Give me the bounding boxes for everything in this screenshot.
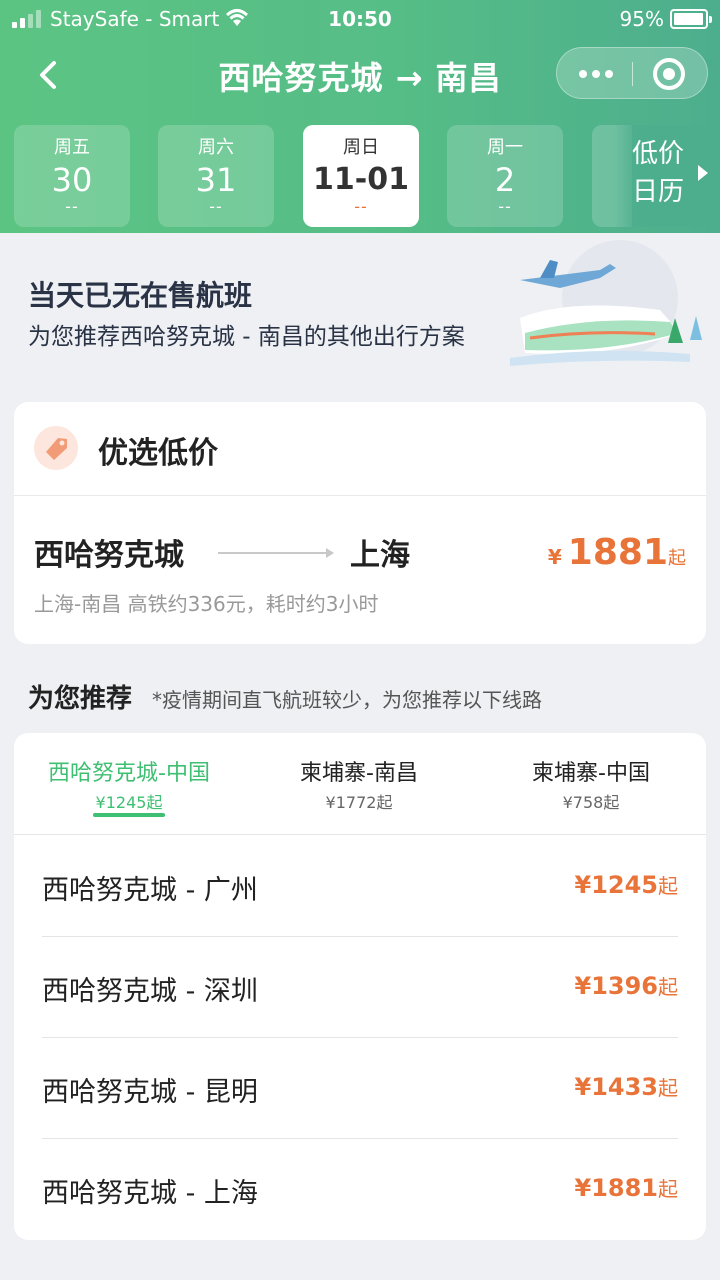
route-row[interactable]: 西哈努克城 - 广州 ¥1245起 — [42, 836, 678, 937]
date-card-selected[interactable]: 周日 11-01 -- — [303, 125, 419, 227]
tab-price: ¥1245起 — [95, 793, 163, 812]
nav-bar: 西哈努克城 → 南昌 — [0, 45, 720, 105]
price-tag-icon — [34, 426, 78, 470]
price-value: ¥1245 — [574, 871, 659, 899]
route-price: ¥1881起 — [575, 1173, 679, 1202]
day-label: 2 — [494, 161, 516, 199]
weekday-label: 周六 — [198, 137, 234, 158]
tab-sihanoukville-china[interactable]: 西哈努克城-中国 ¥1245起 — [14, 755, 244, 817]
no-flights-subtitle: 为您推荐西哈努克城 - 南昌的其他出行方案 — [28, 324, 465, 350]
route-price: ¥1396起 — [575, 971, 679, 1000]
date-card[interactable]: 周六 31 -- — [158, 125, 274, 227]
no-flights-title: 当天已无在售航班 — [28, 279, 253, 312]
tab-cambodia-china[interactable]: 柬埔寨-中国 ¥758起 — [476, 755, 706, 813]
recommend-note: *疫情期间直飞航班较少，为您推荐以下线路 — [152, 688, 542, 712]
chevron-right-icon — [698, 165, 708, 181]
tab-label: 柬埔寨-中国 — [532, 761, 650, 786]
price-value: ¥1396 — [574, 972, 659, 1000]
day-price: -- — [209, 197, 223, 216]
best-price-heading: 优选低价 — [98, 436, 218, 471]
route-price: ¥1245起 — [575, 870, 679, 899]
route-name: 西哈努克城 - 上海 — [42, 1178, 258, 1209]
header: StaySafe - Smart 10:50 95% 西哈努克城 → 南昌 周五… — [0, 0, 720, 233]
route-arrow-icon — [218, 548, 334, 558]
weekday-label: 周一 — [487, 137, 523, 158]
day-label: 31 — [195, 161, 237, 199]
tab-label: 西哈努克城-中国 — [48, 761, 210, 786]
currency-symbol: ¥ — [547, 545, 562, 569]
route-row[interactable]: 西哈努克城 - 昆明 ¥1433起 — [42, 1038, 678, 1139]
origin-city: 西哈努克城 — [34, 538, 184, 573]
recommend-tabs: 西哈努克城-中国 ¥1245起 柬埔寨-南昌 ¥1772起 柬埔寨-中国 ¥75… — [14, 733, 706, 835]
price-suffix: 起 — [658, 1177, 678, 1201]
route-price: ¥1433起 — [575, 1072, 679, 1101]
clock: 10:50 — [328, 7, 392, 31]
date-card[interactable]: 周一 2 -- — [447, 125, 563, 227]
day-label: 11-01 — [313, 162, 409, 197]
best-price-header: 优选低价 — [14, 402, 706, 496]
status-bar: StaySafe - Smart 10:50 95% — [0, 0, 720, 38]
price-suffix: 起 — [668, 548, 686, 569]
price-value: ¥1881 — [574, 1174, 659, 1202]
tab-label: 柬埔寨-南昌 — [300, 761, 418, 786]
plane-train-illustration — [510, 240, 702, 366]
destination-city: 上海 — [350, 538, 410, 573]
route-row[interactable]: 西哈努克城 - 上海 ¥1881起 — [42, 1139, 678, 1240]
low-price-calendar-button[interactable]: 低价 日历 — [614, 125, 720, 227]
day-price: -- — [354, 197, 368, 216]
day-price: -- — [498, 197, 512, 216]
tab-price: ¥1772起 — [325, 793, 393, 812]
more-icon[interactable] — [579, 67, 613, 81]
route-name: 西哈努克城 - 昆明 — [42, 1077, 258, 1108]
weekday-label: 周日 — [343, 137, 379, 158]
best-price[interactable]: ¥1881起 — [548, 532, 686, 573]
price-suffix: 起 — [658, 975, 678, 999]
route-name: 西哈努克城 - 广州 — [42, 875, 258, 906]
rail-description: 上海-南昌 高铁约336元，耗时约3小时 — [34, 592, 379, 616]
battery-percent: 95% — [619, 7, 664, 31]
weekday-label: 周五 — [54, 137, 90, 158]
route-row[interactable]: 西哈努克城 - 深圳 ¥1396起 — [42, 937, 678, 1038]
recommend-title: 为您推荐 — [28, 684, 133, 714]
tab-price: ¥758起 — [562, 793, 620, 812]
battery-icon — [670, 9, 712, 29]
price-suffix: 起 — [658, 874, 678, 898]
miniprogram-capsule — [556, 47, 708, 99]
date-card[interactable]: 周五 30 -- — [14, 125, 130, 227]
close-miniprogram-icon[interactable] — [653, 58, 685, 90]
route-name: 西哈努克城 - 深圳 — [42, 976, 258, 1007]
tab-cambodia-nanchang[interactable]: 柬埔寨-南昌 ¥1772起 — [244, 755, 474, 813]
price-suffix: 起 — [658, 1076, 678, 1100]
best-price-card: 优选低价 西哈努克城 上海 ¥1881起 上海-南昌 高铁约336元，耗时约3小… — [14, 402, 706, 644]
recommend-card: 西哈努克城-中国 ¥1245起 柬埔寨-南昌 ¥1772起 柬埔寨-中国 ¥75… — [14, 733, 706, 1240]
price-value: 1881 — [567, 532, 668, 573]
day-label: 30 — [51, 161, 93, 199]
price-value: ¥1433 — [574, 1073, 659, 1101]
day-price: -- — [65, 197, 79, 216]
active-tab-indicator — [93, 813, 165, 817]
